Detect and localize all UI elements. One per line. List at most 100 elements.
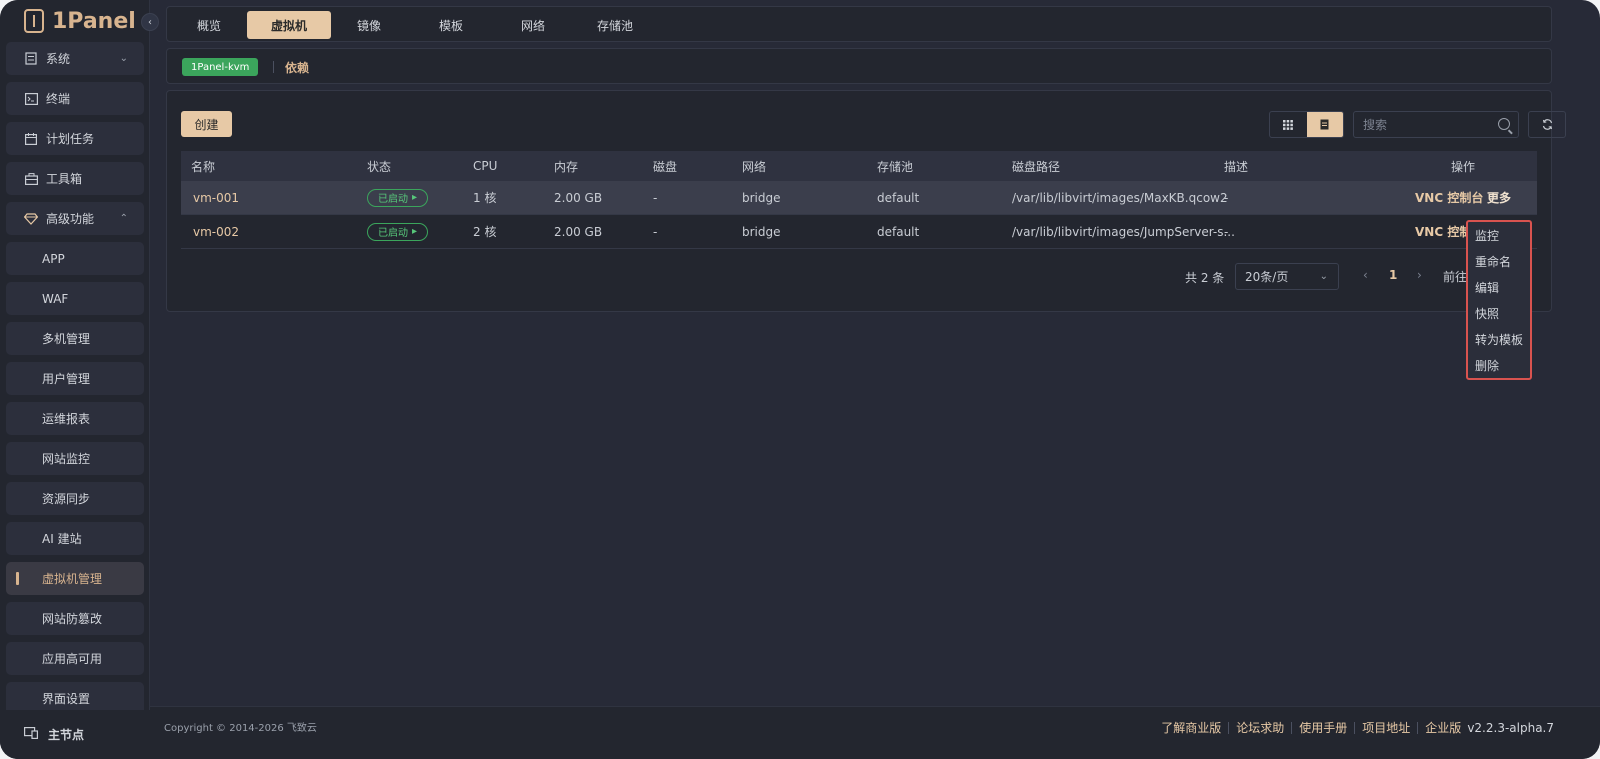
vnc-console-link[interactable]: VNC 控制 bbox=[1415, 223, 1471, 240]
version-label: v2.2.3-alpha.7 bbox=[1467, 720, 1554, 735]
sidebar-item-label: 网站防篡改 bbox=[42, 612, 103, 626]
menu-item-monitor[interactable]: 监控 bbox=[1475, 227, 1499, 244]
sidebar-subitem-users[interactable]: 用户管理 bbox=[6, 362, 144, 395]
sidebar-subitem-ai-site[interactable]: AI 建站 bbox=[6, 522, 144, 555]
pool-cell: default bbox=[877, 224, 920, 239]
page-number[interactable]: 1 bbox=[1389, 268, 1397, 282]
tab-network[interactable]: 网络 bbox=[491, 11, 575, 39]
tab-vm[interactable]: 虚拟机 bbox=[247, 11, 331, 39]
sidebar-subitem-site-monitor[interactable]: 网站监控 bbox=[6, 442, 144, 475]
terminal-icon bbox=[24, 92, 38, 106]
search-icon[interactable] bbox=[1498, 118, 1510, 130]
system-icon bbox=[24, 52, 38, 66]
sidebar-item-terminal[interactable]: 终端 bbox=[6, 82, 144, 115]
divider bbox=[1228, 721, 1230, 734]
sidebar-subitem-sync[interactable]: 资源同步 bbox=[6, 482, 144, 515]
list-icon bbox=[1320, 119, 1329, 130]
disk-path-cell: /var/lib/libvirt/images/JumpServer-s... bbox=[1012, 224, 1235, 239]
dependencies-link[interactable]: 依赖 bbox=[285, 59, 309, 76]
more-actions-link[interactable]: 更多 bbox=[1487, 189, 1511, 206]
sidebar-item-label: 界面设置 bbox=[42, 692, 91, 706]
node-label: 主节点 bbox=[48, 728, 85, 742]
vnc-console-link[interactable]: VNC 控制台 bbox=[1415, 189, 1483, 206]
play-icon: ▸ bbox=[412, 192, 418, 203]
top-tabs: 概览 虚拟机 镜像 模板 网络 存储池 bbox=[166, 6, 1552, 42]
footer-link-forum[interactable]: 论坛求助 bbox=[1236, 719, 1284, 736]
tab-images[interactable]: 镜像 bbox=[327, 11, 411, 39]
kvm-badge[interactable]: 1Panel-kvm bbox=[182, 58, 259, 76]
col-actions: 操作 bbox=[1451, 159, 1476, 174]
toolbox-icon bbox=[24, 172, 38, 186]
sidebar-subitem-app[interactable]: APP bbox=[6, 242, 144, 275]
calendar-icon bbox=[24, 132, 38, 146]
sidebar-subitem-waf[interactable]: WAF bbox=[6, 282, 144, 315]
footer-link-manual[interactable]: 使用手册 bbox=[1299, 719, 1347, 736]
footer-link-commercial[interactable]: 了解商业版 bbox=[1161, 719, 1221, 736]
cpu-cell: 1 核 bbox=[473, 191, 497, 205]
sidebar-item-label: 终端 bbox=[46, 92, 71, 106]
disk-cell: - bbox=[653, 224, 658, 239]
sidebar-item-toolbox[interactable]: 工具箱 bbox=[6, 162, 144, 195]
footer-edition[interactable]: 企业版 bbox=[1425, 719, 1461, 736]
sidebar-subitem-tamper[interactable]: 网站防篡改 bbox=[6, 602, 144, 635]
menu-item-rename[interactable]: 重命名 bbox=[1475, 253, 1511, 270]
status-badge[interactable]: 已启动 ▸ bbox=[367, 222, 429, 241]
sidebar-subitem-reports[interactable]: 运维报表 bbox=[6, 402, 144, 435]
window: 1Panel 系统 ⌄ 终端 计划任务 工具箱 高级功能 ⌃ APP WAF 多… bbox=[0, 0, 1600, 759]
sidebar-item-label: AI 建站 bbox=[42, 532, 82, 546]
app-frame: 1Panel 系统 ⌄ 终端 计划任务 工具箱 高级功能 ⌃ APP WAF 多… bbox=[0, 0, 1600, 759]
col-pool: 存储池 bbox=[877, 159, 914, 174]
col-description: 描述 bbox=[1224, 159, 1249, 174]
next-page-button[interactable]: › bbox=[1417, 268, 1422, 282]
menu-item-delete[interactable]: 删除 bbox=[1475, 357, 1499, 374]
list-view-button[interactable] bbox=[1306, 112, 1343, 137]
sidebar-item-system[interactable]: 系统 ⌄ bbox=[6, 42, 144, 75]
network-cell: bridge bbox=[742, 224, 781, 239]
disk-path-cell: /var/lib/libvirt/images/MaxKB.qcow2 bbox=[1012, 190, 1228, 205]
grid-view-button[interactable] bbox=[1270, 112, 1307, 137]
refresh-button[interactable] bbox=[1528, 111, 1566, 138]
tab-templates[interactable]: 模板 bbox=[409, 11, 493, 39]
tab-storage-pool[interactable]: 存储池 bbox=[573, 11, 657, 39]
status-badge[interactable]: 已启动 ▸ bbox=[367, 188, 429, 207]
pagination: 共 2 条 20条/页 ⌄ ‹ 1 › 前往 bbox=[167, 263, 1553, 290]
sidebar-item-advanced[interactable]: 高级功能 ⌃ bbox=[6, 202, 144, 235]
col-cpu: CPU bbox=[473, 159, 498, 173]
prev-page-button[interactable]: ‹ bbox=[1363, 268, 1368, 282]
sidebar-subitem-multi-host[interactable]: 多机管理 bbox=[6, 322, 144, 355]
divider bbox=[1354, 721, 1356, 734]
sidebar-item-label: 应用高可用 bbox=[42, 652, 103, 666]
network-cell: bridge bbox=[742, 190, 781, 205]
logo-icon bbox=[24, 9, 44, 33]
footer-links: 了解商业版 论坛求助 使用手册 项目地址 企业版 v2.2.3-alpha.7 bbox=[1161, 719, 1554, 736]
sidebar-subitem-vm[interactable]: 虚拟机管理 bbox=[6, 562, 144, 595]
table-header: 名称 状态 CPU 内存 磁盘 网络 存储池 磁盘路径 描述 操作 bbox=[181, 151, 1537, 181]
page-size-select[interactable]: 20条/页 ⌄ bbox=[1235, 263, 1339, 290]
monitor-icon bbox=[24, 727, 39, 742]
logo: 1Panel bbox=[24, 6, 136, 36]
vm-table: 名称 状态 CPU 内存 磁盘 网络 存储池 磁盘路径 描述 操作 vm-001… bbox=[181, 151, 1537, 249]
menu-item-snapshot[interactable]: 快照 bbox=[1475, 305, 1499, 322]
refresh-icon bbox=[1542, 119, 1552, 130]
menu-item-to-template[interactable]: 转为模板 bbox=[1475, 331, 1523, 348]
sidebar-item-label: 网站监控 bbox=[42, 452, 91, 466]
collapse-sidebar-button[interactable]: ‹ bbox=[141, 13, 159, 31]
memory-cell: 2.00 GB bbox=[554, 190, 603, 205]
sidebar-subitem-ha[interactable]: 应用高可用 bbox=[6, 642, 144, 675]
menu-item-edit[interactable]: 编辑 bbox=[1475, 279, 1499, 296]
col-network: 网络 bbox=[742, 159, 767, 174]
vm-name-link[interactable]: vm-002 bbox=[193, 225, 239, 239]
sidebar-item-label: 资源同步 bbox=[42, 492, 91, 506]
create-button[interactable]: 创建 bbox=[181, 111, 232, 137]
disk-cell: - bbox=[653, 190, 658, 205]
footer-link-project[interactable]: 项目地址 bbox=[1362, 719, 1410, 736]
status-cell: 已启动 ▸ bbox=[367, 222, 429, 241]
node-switcher[interactable]: 主节点 bbox=[0, 710, 150, 759]
tab-overview[interactable]: 概览 bbox=[167, 11, 251, 39]
sidebar-item-cron[interactable]: 计划任务 bbox=[6, 122, 144, 155]
chevron-down-icon: ⌄ bbox=[1319, 271, 1328, 282]
vm-name-link[interactable]: vm-001 bbox=[193, 191, 239, 205]
grid-icon bbox=[1283, 119, 1294, 130]
total-count: 共 2 条 bbox=[1185, 271, 1225, 285]
search-input[interactable] bbox=[1363, 117, 1493, 132]
